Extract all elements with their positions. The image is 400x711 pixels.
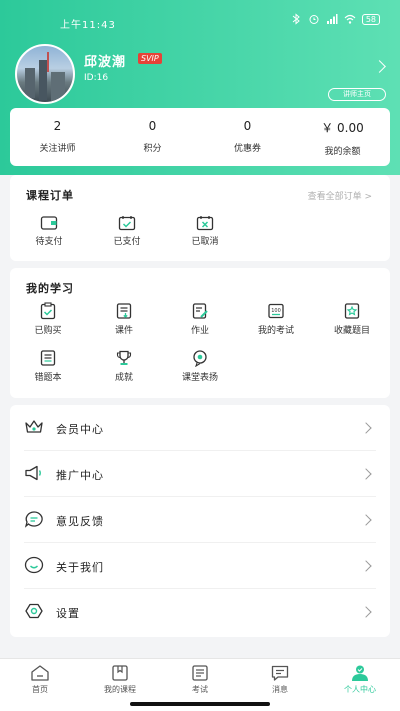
feedback-icon: [24, 511, 43, 528]
study-item-label: 错题本: [34, 373, 62, 383]
course-icon: [112, 665, 128, 681]
stat-label: 关注讲师: [39, 144, 76, 154]
stat-value: 0: [243, 119, 252, 133]
wallet-icon: [40, 216, 58, 230]
bluetooth-icon: [292, 13, 300, 25]
svip-badge: SVIP: [138, 53, 162, 64]
menu-item-membership-center[interactable]: 会员中心: [10, 405, 390, 451]
stat-label: 我的余额: [324, 147, 361, 157]
lecturer-home-button[interactable]: 讲师主页: [328, 88, 386, 101]
stat-value: ￥ 0.00: [321, 121, 364, 135]
study-wrong-book[interactable]: 错题本: [10, 349, 86, 383]
message-icon: [271, 665, 289, 681]
exam-icon: [192, 665, 208, 681]
menu-item-feedback[interactable]: 意见反馈: [10, 497, 390, 543]
stat-followed-lecturers[interactable]: 2 关注讲师: [10, 108, 105, 166]
tab-label: 首页: [32, 685, 48, 694]
study-favorite-questions[interactable]: 收藏题目: [314, 302, 390, 336]
order-item-label: 已取消: [191, 237, 219, 247]
praise-icon: [193, 350, 207, 367]
chevron-right-icon: [360, 514, 372, 526]
menu-label: 设置: [56, 607, 80, 620]
tab-label: 个人中心: [344, 685, 376, 694]
crown-icon: [25, 420, 43, 433]
study-purchased[interactable]: 已购买: [10, 302, 86, 336]
chevron-right-icon: [360, 560, 372, 572]
menu-item-about-us[interactable]: 关于我们: [10, 543, 390, 589]
chevron-right-icon: [360, 606, 372, 618]
study-item-label: 已购买: [34, 326, 62, 336]
study-item-label: 课堂表扬: [181, 373, 218, 383]
settings-icon: [25, 603, 43, 619]
study-achievements[interactable]: 成就: [86, 349, 162, 383]
username: 邱波潮: [84, 55, 127, 70]
home-indicator: [130, 702, 270, 706]
signal-icon: [326, 14, 338, 24]
alarm-icon: [309, 15, 319, 24]
order-paid[interactable]: 已支付: [88, 215, 166, 247]
tab-label: 考试: [192, 685, 208, 694]
home-icon: [31, 665, 49, 681]
order-pending-payment[interactable]: 待支付: [10, 215, 88, 247]
course-orders-card: 课程订单 查看全部订单 > 待支付 已支付 已取消: [10, 175, 390, 261]
stat-value: 0: [148, 119, 157, 133]
study-item-label: 课件: [114, 326, 133, 336]
study-courseware[interactable]: 课件: [86, 302, 162, 336]
study-title: 我的学习: [26, 282, 74, 295]
smile-icon: [24, 556, 44, 574]
exam-100-icon: 100: [268, 303, 284, 319]
order-item-label: 待支付: [35, 237, 63, 247]
calendar-check-icon: [118, 216, 136, 231]
favorite-question-icon: [344, 303, 360, 319]
tab-home[interactable]: 首页: [0, 659, 80, 711]
orders-title: 课程订单: [26, 189, 74, 202]
stat-points[interactable]: 0 积分: [105, 108, 200, 166]
calendar-cancel-icon: [196, 216, 214, 231]
stats-card: 2 关注讲师 0 积分 0 优惠券 ￥ 0.00 我的余额: [10, 108, 390, 166]
stat-balance[interactable]: ￥ 0.00 我的余额: [295, 108, 390, 166]
avatar[interactable]: [15, 44, 75, 104]
order-item-label: 已支付: [113, 237, 141, 247]
wrong-book-icon: [40, 350, 56, 366]
view-all-orders-link[interactable]: 查看全部订单 >: [308, 189, 372, 202]
chevron-right-icon: [360, 422, 372, 434]
study-item-label: 收藏题目: [333, 326, 370, 336]
menu-item-promotion-center[interactable]: 推广中心: [10, 451, 390, 497]
svg-text:100: 100: [271, 308, 281, 314]
stat-value: 2: [53, 119, 62, 133]
homework-icon: [192, 303, 208, 319]
tab-label: 我的课程: [104, 685, 136, 694]
study-item-label: 成就: [114, 373, 133, 383]
study-item-label: 作业: [190, 326, 209, 336]
study-class-praise[interactable]: 课堂表扬: [162, 349, 238, 383]
stat-label: 积分: [143, 144, 162, 154]
my-study-card: 我的学习 已购买 课件 作业 100 我的考试 收藏题目 错题本 成就 课堂表扬: [10, 268, 390, 398]
trophy-icon: [116, 350, 132, 365]
menu-label: 意见反馈: [56, 515, 104, 528]
study-homework[interactable]: 作业: [162, 302, 238, 336]
tab-personal-center[interactable]: 个人中心: [320, 659, 400, 711]
status-time: 上午11:43: [60, 20, 116, 31]
menu-item-settings[interactable]: 设置: [10, 589, 390, 635]
person-icon: [352, 665, 368, 681]
battery-indicator: 58: [361, 13, 380, 25]
study-my-exams[interactable]: 100 我的考试: [238, 302, 314, 336]
menu-label: 会员中心: [56, 423, 104, 436]
chevron-right-icon: [360, 468, 372, 480]
status-bar: 上午11:43 58: [0, 0, 400, 40]
menu-label: 推广中心: [56, 469, 104, 482]
megaphone-icon: [25, 465, 41, 481]
clipboard-check-icon: [40, 302, 56, 320]
stat-label: 优惠券: [233, 144, 261, 154]
stat-coupons[interactable]: 0 优惠券: [200, 108, 295, 166]
menu-label: 关于我们: [56, 561, 104, 574]
user-id: ID:16: [84, 73, 109, 83]
wifi-icon: [344, 14, 356, 24]
order-cancelled[interactable]: 已取消: [166, 215, 244, 247]
study-item-label: 我的考试: [257, 326, 294, 336]
settings-menu-card: 会员中心 推广中心 意见反馈 关于我们 设置: [10, 405, 390, 637]
courseware-icon: [116, 303, 132, 319]
tab-label: 消息: [272, 685, 288, 694]
